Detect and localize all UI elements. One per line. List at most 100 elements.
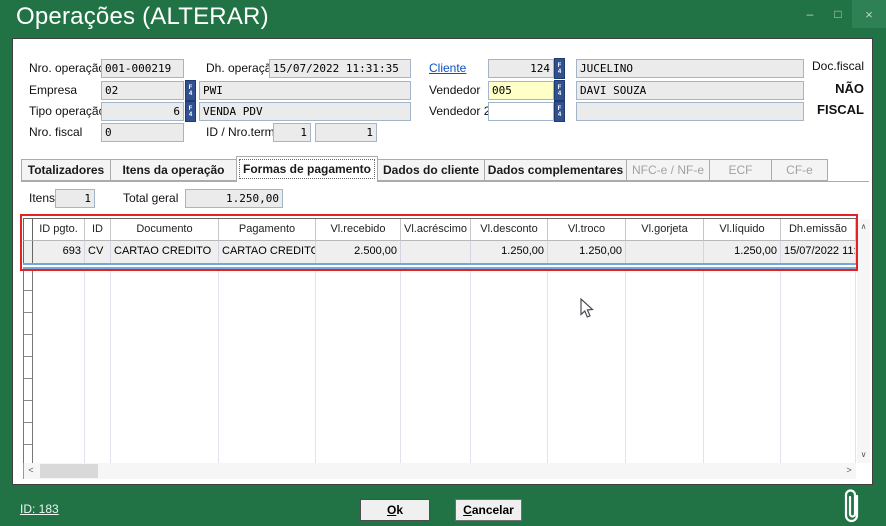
vendedor2-code-input[interactable]: [488, 102, 554, 121]
scroll-up-button[interactable]: ∧: [857, 219, 870, 235]
vendedor-label: Vendedor: [429, 81, 480, 100]
column-header-vl-troco[interactable]: Vl.troco: [548, 219, 626, 241]
vertical-scrollbar[interactable]: ∧ ∨: [857, 219, 870, 463]
tipo-operacao-label: Tipo operação: [29, 102, 105, 121]
chevron-left-icon: <: [28, 465, 33, 475]
vendedor2-name-field: [576, 102, 804, 121]
tipo-operacao-f4-lookup-button[interactable]: F 4: [185, 101, 196, 122]
column-header-documento[interactable]: Documento: [111, 219, 219, 241]
f4-icon: 4: [189, 112, 192, 118]
client-area: Nro. operação 001-000219 Dh. operação 15…: [12, 38, 873, 485]
chevron-up-icon: ∧: [861, 222, 867, 231]
column-header-vl-desconto[interactable]: Vl.desconto: [471, 219, 548, 241]
grid-header-row: ID pgto. ID Documento Pagamento Vl.receb…: [23, 219, 856, 241]
grid-indicator-header: [23, 219, 33, 241]
doc-fiscal-value-line2: FISCAL: [817, 102, 864, 117]
horizontal-scrollbar[interactable]: < >: [23, 463, 856, 479]
itens-label: Itens: [29, 189, 55, 208]
nro-operacao-label: Nro. operação: [29, 59, 105, 78]
tab-dados-complementares[interactable]: Dados complementares: [484, 159, 627, 181]
grid-empty-body: [23, 269, 856, 463]
id-term-field: 1: [273, 123, 311, 142]
column-header-vl-recebido[interactable]: Vl.recebido: [316, 219, 401, 241]
tab-dados-do-cliente[interactable]: Dados do cliente: [377, 159, 485, 181]
window-controls: – □ ×: [796, 0, 886, 30]
tab-strip: Totalizadores Itens da operação Formas d…: [21, 159, 828, 181]
cell-vl-desconto[interactable]: 1.250,00: [471, 241, 548, 263]
id-nro-term-label: ID / Nro.term.: [206, 123, 278, 142]
record-id-link[interactable]: ID: 183: [20, 502, 59, 516]
tab-formas-de-pagamento[interactable]: Formas de pagamento: [236, 156, 378, 182]
f4-icon: 4: [558, 91, 561, 97]
minimize-button[interactable]: –: [796, 0, 824, 28]
column-header-id[interactable]: ID: [85, 219, 111, 241]
dh-operacao-label: Dh. operação: [206, 59, 278, 78]
scroll-left-button[interactable]: <: [24, 463, 38, 479]
cliente-link[interactable]: Cliente: [429, 59, 466, 78]
cell-vl-troco[interactable]: 1.250,00: [548, 241, 626, 263]
cell-id-pgto[interactable]: 693: [33, 241, 85, 263]
total-geral-field: 1.250,00: [185, 189, 283, 208]
empresa-name-field: PWI: [199, 81, 411, 100]
vendedor-code-input[interactable]: [488, 81, 554, 100]
horizontal-scrollbar-thumb[interactable]: [40, 464, 98, 478]
close-icon: ×: [865, 7, 873, 22]
nro-term-field: 1: [315, 123, 377, 142]
minimize-icon: –: [807, 7, 814, 21]
vendedor2-f4-lookup-button[interactable]: F 4: [554, 101, 565, 122]
window: Operações (ALTERAR) – □ × Nro. operação …: [0, 0, 886, 526]
paperclip-icon[interactable]: [841, 487, 863, 526]
itens-count-field: 1: [55, 189, 95, 208]
cell-vl-recebido[interactable]: 2.500,00: [316, 241, 401, 263]
nro-operacao-field: 001-000219: [101, 59, 184, 78]
column-header-vl-gorjeta[interactable]: Vl.gorjeta: [626, 219, 704, 241]
maximize-button[interactable]: □: [824, 0, 852, 28]
cell-vl-acrescimo[interactable]: [401, 241, 471, 263]
tab-itens-da-operacao[interactable]: Itens da operação: [110, 159, 237, 181]
vendedor2-label: Vendedor 2: [429, 102, 490, 121]
doc-fiscal-label: Doc.fiscal: [812, 59, 864, 73]
tab-ecf: ECF: [709, 159, 772, 181]
column-header-vl-acrescimo[interactable]: Vl.acréscimo: [401, 219, 471, 241]
payment-row[interactable]: 693 CV CARTAO CREDITO CARTAO CREDITO 2.5…: [23, 241, 856, 263]
tab-nfce-nfe: NFC-e / NF-e: [626, 159, 710, 181]
row-indicator-cell: [23, 241, 33, 263]
dh-operacao-field: 15/07/2022 11:31:35: [269, 59, 411, 78]
chevron-right-icon: >: [846, 465, 851, 475]
total-geral-label: Total geral: [123, 189, 178, 208]
column-header-pagamento[interactable]: Pagamento: [219, 219, 316, 241]
column-header-id-pgto[interactable]: ID pgto.: [33, 219, 85, 241]
vendedor-name-field: DAVI SOUZA: [576, 81, 804, 100]
tab-totalizadores[interactable]: Totalizadores: [21, 159, 111, 181]
cell-vl-liquido[interactable]: 1.250,00: [704, 241, 781, 263]
maximize-icon: □: [834, 7, 841, 21]
scroll-down-button[interactable]: ∨: [857, 447, 870, 463]
vendedor-f4-lookup-button[interactable]: F 4: [554, 80, 565, 101]
cliente-name-field: JUCELINO: [576, 59, 804, 78]
nro-fiscal-field: 0: [101, 123, 184, 142]
column-header-vl-liquido[interactable]: Vl.líquido: [704, 219, 781, 241]
nro-fiscal-label: Nro. fiscal: [29, 123, 82, 142]
f4-icon: 4: [189, 91, 192, 97]
cell-vl-gorjeta[interactable]: [626, 241, 704, 263]
tab-cfe: CF-e: [771, 159, 828, 181]
empresa-f4-lookup-button[interactable]: F 4: [185, 80, 196, 101]
cancel-button[interactable]: Cancelar: [455, 499, 522, 521]
tipo-operacao-name-field: VENDA PDV: [199, 102, 411, 121]
cliente-f4-lookup-button[interactable]: F 4: [554, 58, 565, 79]
tipo-operacao-code-field: 6: [101, 102, 184, 121]
window-title: Operações (ALTERAR): [16, 3, 269, 31]
cell-dh-emissao[interactable]: 15/07/2022 11:32: [781, 241, 856, 263]
tab-strip-baseline: [21, 181, 869, 182]
doc-fiscal-value-line1: NÃO: [835, 81, 864, 96]
cell-pagamento[interactable]: CARTAO CREDITO: [219, 241, 316, 263]
cell-documento[interactable]: CARTAO CREDITO: [111, 241, 219, 263]
column-header-dh-emissao[interactable]: Dh.emissão: [781, 219, 856, 241]
close-button[interactable]: ×: [852, 0, 886, 28]
cell-id[interactable]: CV: [85, 241, 111, 263]
chevron-down-icon: ∨: [861, 450, 867, 459]
cliente-code-field: 124: [488, 59, 554, 78]
empresa-code-field: 02: [101, 81, 184, 100]
scroll-right-button[interactable]: >: [842, 463, 856, 479]
ok-button[interactable]: Ok: [360, 499, 430, 521]
